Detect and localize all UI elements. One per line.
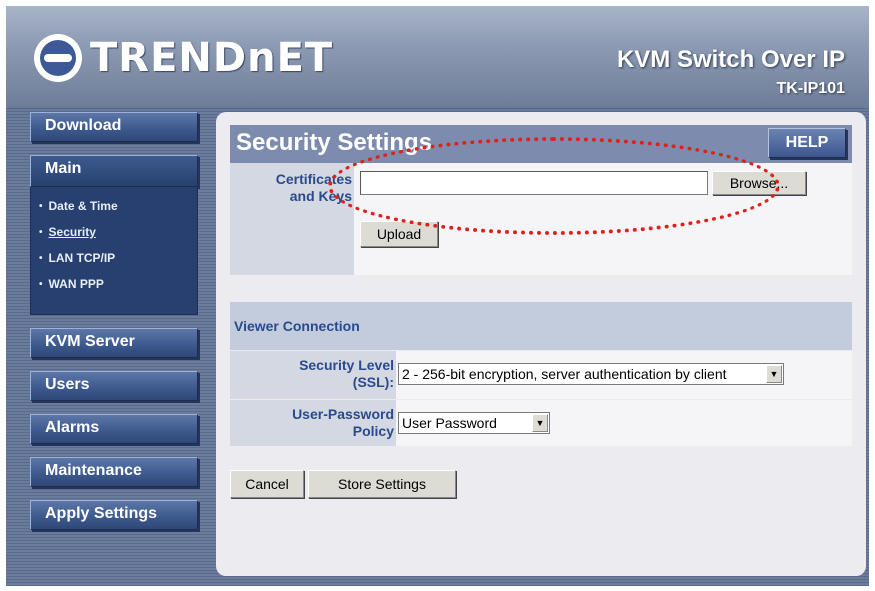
viewer-connection-title: Viewer Connection (234, 318, 360, 334)
trendnet-logo-icon (34, 34, 82, 82)
main-submenu: • Date & Time • Security • LAN TCP/IP • … (30, 187, 198, 315)
viewer-connection-header: Viewer Connection (230, 302, 852, 350)
help-button[interactable]: HELP (768, 128, 846, 158)
submenu-item-lan-tcpip[interactable]: • LAN TCP/IP (31, 245, 197, 271)
submenu-item-security[interactable]: • Security (31, 219, 197, 245)
bullet-icon: • (39, 226, 43, 238)
submenu-item-wan-ppp[interactable]: • WAN PPP (31, 271, 197, 297)
bullet-icon: • (39, 252, 43, 264)
nav-alarms[interactable]: Alarms (30, 414, 198, 444)
annotation-circle (328, 137, 780, 235)
header-banner: TRENDnET KVM Switch Over IP TK-IP101 (6, 6, 869, 106)
store-settings-button[interactable]: Store Settings (308, 470, 456, 498)
security-level-label-line2: (SSL): (352, 374, 394, 390)
submenu-label: Security (48, 225, 96, 239)
logo-text: TRENDnET (90, 35, 334, 81)
security-level-label: Security Level (SSL): (299, 357, 394, 391)
nav-maintenance[interactable]: Maintenance (30, 457, 198, 487)
nav-main[interactable]: Main (30, 155, 198, 187)
password-policy-value: User Password (402, 415, 497, 431)
security-level-field-cell: 2 - 256-bit encryption, server authentic… (396, 351, 852, 399)
submenu-label: Date & Time (48, 199, 118, 213)
security-level-label-cell: Security Level (SSL): (230, 351, 396, 399)
security-level-label-line1: Security Level (299, 357, 394, 373)
sidebar-nav: Download Main • Date & Time • Security •… (30, 112, 198, 543)
security-level-select[interactable]: 2 - 256-bit encryption, server authentic… (398, 363, 784, 385)
product-name: KVM Switch Over IP (616, 46, 845, 73)
nav-users[interactable]: Users (30, 371, 198, 401)
chevron-down-icon[interactable]: ▼ (766, 365, 782, 383)
chevron-down-icon[interactable]: ▼ (532, 414, 548, 432)
product-model: TK-IP101 (776, 80, 845, 97)
submenu-label: WAN PPP (48, 277, 104, 291)
product-info: KVM Switch Over IP TK-IP101 (617, 46, 845, 98)
cancel-button[interactable]: Cancel (230, 470, 304, 498)
nav-kvm-server[interactable]: KVM Server (30, 328, 198, 358)
trendnet-logo: TRENDnET (34, 34, 333, 82)
submenu-item-date-time[interactable]: • Date & Time (31, 193, 197, 219)
password-policy-label-line2: Policy (352, 423, 394, 439)
bullet-icon: • (39, 278, 43, 290)
password-policy-label: User-Password Policy (292, 406, 394, 440)
password-policy-field-cell: User Password ▼ (396, 400, 852, 446)
password-policy-label-line1: User-Password (292, 406, 394, 422)
password-policy-select[interactable]: User Password ▼ (398, 412, 550, 434)
security-level-value: 2 - 256-bit encryption, server authentic… (402, 366, 727, 382)
nav-download[interactable]: Download (30, 112, 198, 142)
nav-apply-settings[interactable]: Apply Settings (30, 500, 198, 530)
password-policy-label-cell: User-Password Policy (230, 400, 396, 446)
submenu-label: LAN TCP/IP (48, 251, 116, 265)
bullet-icon: • (39, 200, 43, 212)
